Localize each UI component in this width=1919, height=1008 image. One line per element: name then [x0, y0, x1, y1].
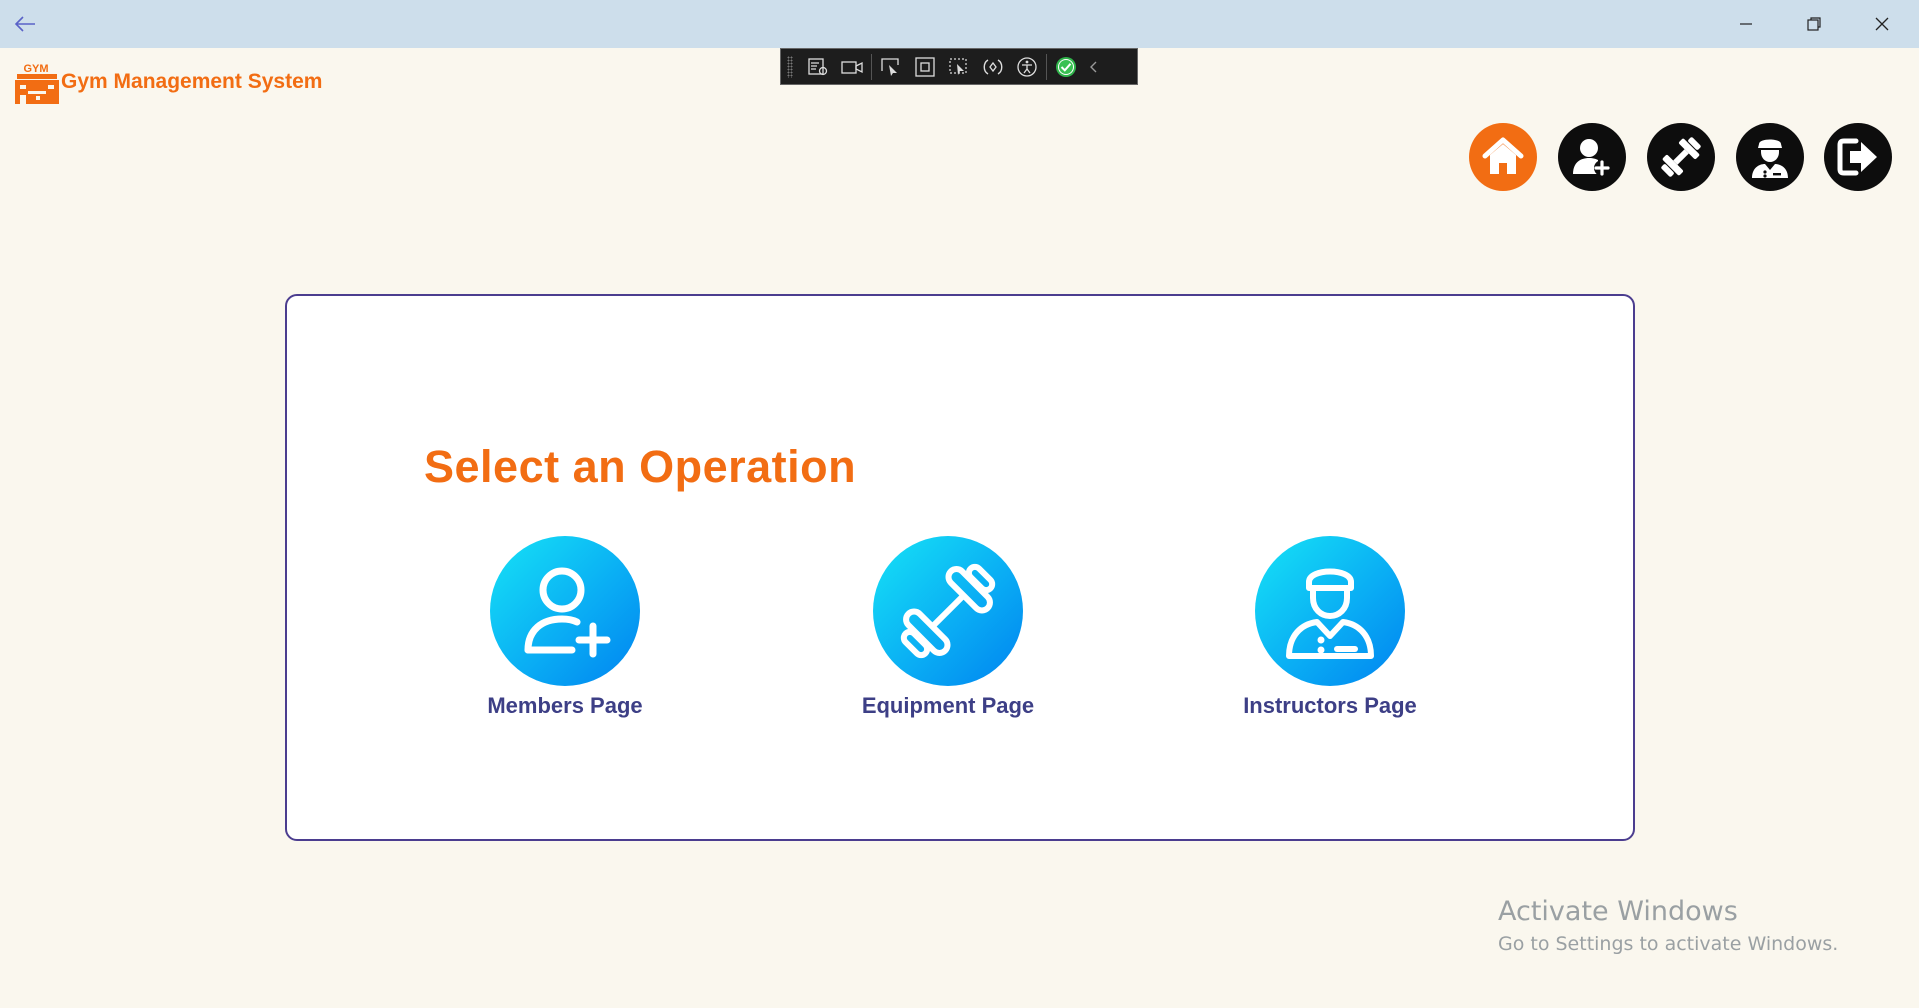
arrow-left-icon: [14, 16, 35, 32]
accessibility-checker-button[interactable]: [1010, 52, 1044, 82]
instructor-icon: [1286, 568, 1374, 659]
accessibility-icon: [1017, 56, 1037, 77]
instructors-page-label[interactable]: Instructors Page: [1243, 693, 1417, 719]
video-icon: [841, 60, 863, 74]
select-element-button[interactable]: [874, 52, 908, 82]
nav-logout-button[interactable]: [1824, 123, 1892, 191]
equipment-page-label[interactable]: Equipment Page: [862, 693, 1034, 719]
collapse-chevron-icon: [1090, 61, 1097, 72]
instructors-page-tile[interactable]: Instructors Page: [1220, 536, 1440, 719]
members-page-tile[interactable]: Members Page: [455, 536, 675, 719]
binding-failures-icon: [983, 58, 1003, 75]
nav-equipment-button[interactable]: [1647, 123, 1715, 191]
collapse-toolbar-button[interactable]: [1083, 52, 1103, 82]
dumbbell-icon: [900, 563, 996, 659]
equipment-page-tile[interactable]: Equipment Page: [838, 536, 1058, 719]
restore-button[interactable]: [1784, 4, 1844, 44]
activate-windows-subtitle: Go to Settings to activate Windows.: [1498, 933, 1839, 955]
page-title: Select an Operation: [424, 441, 857, 492]
dumbbell-icon: [1661, 137, 1701, 177]
nav-home-button[interactable]: [1469, 123, 1537, 191]
svg-text:GYM: GYM: [23, 63, 48, 75]
close-button[interactable]: [1852, 4, 1912, 44]
back-button[interactable]: [10, 10, 40, 38]
members-page-button[interactable]: [490, 536, 640, 686]
instructor-icon: [1752, 139, 1788, 178]
members-page-label[interactable]: Members Page: [487, 693, 642, 719]
add-user-icon: [524, 567, 611, 658]
record-video-button[interactable]: [835, 52, 869, 82]
activate-windows-watermark: Activate Windows Go to Settings to activ…: [1498, 896, 1838, 955]
nav-members-button[interactable]: [1558, 123, 1626, 191]
restore-icon: [1807, 17, 1821, 31]
display-layout-adorners-icon: [915, 56, 935, 77]
binding-failures-button[interactable]: [976, 52, 1010, 82]
debug-toolbar: [780, 48, 1138, 85]
select-element-icon: [881, 57, 899, 76]
minimize-button[interactable]: [1716, 4, 1776, 44]
toolbar-grip[interactable]: [787, 55, 793, 78]
hot-reload-check-icon: [1056, 56, 1076, 77]
track-focus-button[interactable]: [942, 52, 976, 82]
add-user-icon: [1573, 139, 1610, 176]
nav-instructors-button[interactable]: [1736, 123, 1804, 191]
track-focus-icon: [949, 57, 967, 75]
home-icon: [1482, 137, 1524, 174]
gym-logo-icon: GYM: [15, 63, 59, 104]
activate-windows-title: Activate Windows: [1498, 896, 1738, 927]
minimize-icon: [1740, 23, 1752, 25]
logout-arrow-icon: [1837, 138, 1877, 176]
equipment-page-button[interactable]: [873, 536, 1023, 686]
close-icon: [1875, 17, 1889, 31]
instructors-page-button[interactable]: [1255, 536, 1405, 686]
app-title: Gym Management System: [61, 70, 323, 93]
live-visual-tree-button[interactable]: [801, 52, 835, 82]
live-visual-tree-icon: [808, 57, 828, 75]
toolbar-separator: [871, 53, 872, 80]
display-adorners-button[interactable]: [908, 52, 942, 82]
operations-card: Select an Operation Members Page Equipme…: [285, 294, 1635, 841]
toolbar-separator: [1046, 53, 1047, 80]
window-titlebar: [0, 0, 1919, 48]
hot-reload-status-button[interactable]: [1049, 52, 1083, 82]
